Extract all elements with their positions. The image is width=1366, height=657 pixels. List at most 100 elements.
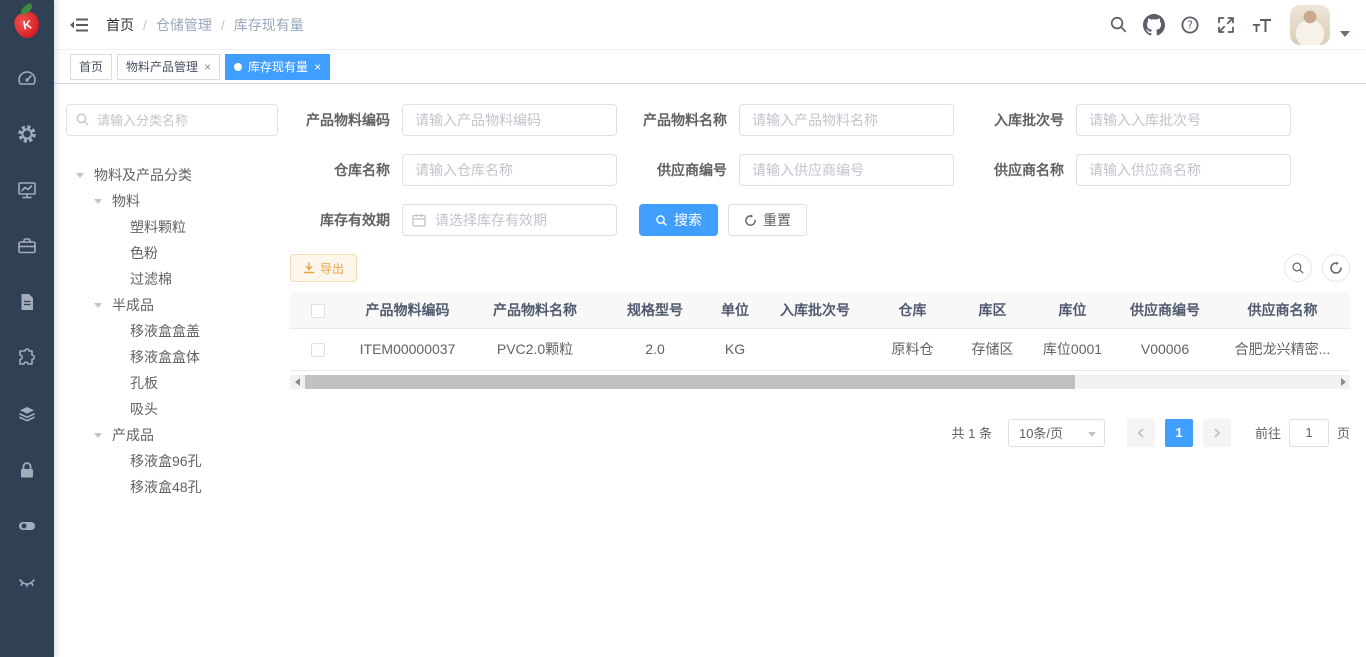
tree-node-box-body[interactable]: 移液盒盒体: [66, 344, 278, 370]
goto-page-input[interactable]: [1289, 419, 1329, 447]
page-number-1[interactable]: 1: [1165, 419, 1193, 447]
gear-icon: [17, 124, 37, 144]
tree-node-plastic-pellets[interactable]: 塑料颗粒: [66, 214, 278, 240]
refresh-icon: [1329, 261, 1343, 275]
sidebar-item-lock[interactable]: [0, 442, 54, 498]
lock-icon: [17, 460, 37, 480]
eye-closed-icon: [17, 572, 37, 592]
cell-unit: KG: [710, 328, 760, 370]
breadcrumb-warehouse: 仓储管理: [156, 15, 212, 35]
warehouse-name-input[interactable]: [402, 154, 617, 186]
tree-caret-icon[interactable]: [94, 433, 112, 438]
tab-home[interactable]: 首页: [70, 54, 112, 80]
table-horizontal-scrollbar[interactable]: [290, 375, 1350, 389]
tree-node-label: 色粉: [130, 243, 158, 263]
item-name-input[interactable]: [739, 104, 954, 136]
close-icon[interactable]: ×: [314, 61, 321, 73]
breadcrumb-separator: /: [143, 17, 147, 33]
sidebar-item-monitor[interactable]: [0, 162, 54, 218]
prev-page-button[interactable]: [1127, 419, 1155, 447]
tree-node-filter-cotton[interactable]: 过滤棉: [66, 266, 278, 292]
cell-supplier-name: 合肥龙兴精密...: [1215, 328, 1350, 370]
github-link[interactable]: [1136, 0, 1172, 50]
tree-node-label: 吸头: [130, 399, 158, 419]
expiry-date-input[interactable]: [402, 204, 617, 236]
supplier-code-input[interactable]: [739, 154, 954, 186]
sidebar-item-component[interactable]: [0, 330, 54, 386]
col-supplier-name: 供应商名称: [1215, 292, 1350, 328]
page-size-select[interactable]: 10条/页: [1008, 419, 1105, 447]
table-row[interactable]: ITEM00000037 PVC2.0颗粒 2.0 KG 原料仓 存储区 库位0…: [290, 328, 1350, 370]
tab-inventory-on-hand[interactable]: 库存现有量 ×: [225, 54, 330, 80]
tree-node-box-48[interactable]: 移液盒48孔: [66, 474, 278, 500]
tree-node-semi-finished[interactable]: 半成品: [66, 292, 278, 318]
work-area: 产品物料编码 产品物料名称 入库批次号: [290, 84, 1366, 657]
next-page-button[interactable]: [1203, 419, 1231, 447]
page-content: 物料及产品分类 物料 塑料颗粒 色粉: [54, 84, 1366, 657]
cell-supplier-code: V00006: [1115, 328, 1215, 370]
tree-node-root[interactable]: 物料及产品分类: [66, 162, 278, 188]
sidebar-item-layers[interactable]: [0, 386, 54, 442]
export-button[interactable]: 导出: [290, 254, 357, 282]
tree-node-color-powder[interactable]: 色粉: [66, 240, 278, 266]
close-icon[interactable]: ×: [204, 61, 211, 73]
font-size-button[interactable]: [1244, 0, 1280, 50]
search-button[interactable]: 搜索: [639, 204, 718, 236]
field-label: 供应商名称: [964, 160, 1076, 180]
user-menu-caret-icon[interactable]: [1340, 31, 1350, 37]
tree-node-finished[interactable]: 产成品: [66, 422, 278, 448]
tree-node-pipette-tip[interactable]: 吸头: [66, 396, 278, 422]
tree-node-well-plate[interactable]: 孔板: [66, 370, 278, 396]
sidebar-item-briefcase[interactable]: [0, 218, 54, 274]
reset-button[interactable]: 重置: [728, 204, 807, 236]
tree-node-material[interactable]: 物料: [66, 188, 278, 214]
col-spec-model: 规格型号: [600, 292, 710, 328]
scrollbar-thumb[interactable]: [305, 375, 1075, 389]
user-avatar[interactable]: [1290, 5, 1330, 45]
row-checkbox[interactable]: [311, 343, 325, 357]
header-select-all: [290, 292, 345, 328]
cell-storage-bin: 库位0001: [1030, 328, 1115, 370]
sidebar-item-eye[interactable]: [0, 554, 54, 610]
breadcrumb: 首页 / 仓储管理 / 库存现有量: [106, 15, 304, 35]
document-icon: [17, 292, 37, 312]
app-logo[interactable]: K: [0, 0, 54, 50]
sidebar-item-document[interactable]: [0, 274, 54, 330]
search-icon: [75, 112, 90, 127]
search-icon: [1109, 15, 1128, 34]
sidebar-item-settings[interactable]: [0, 106, 54, 162]
header-search-button[interactable]: [1100, 0, 1136, 50]
supplier-name-input[interactable]: [1076, 154, 1291, 186]
navbar-right: ?: [1100, 0, 1350, 50]
category-search: [66, 104, 278, 136]
tab-material-product[interactable]: 物料产品管理 ×: [117, 54, 220, 80]
sidebar-item-dashboard[interactable]: [0, 50, 54, 106]
select-all-checkbox[interactable]: [311, 304, 325, 318]
scroll-left-arrow-icon[interactable]: [290, 375, 304, 389]
refresh-table-button[interactable]: [1322, 254, 1350, 282]
hamburger-icon: [69, 15, 89, 35]
col-item-name: 产品物料名称: [470, 292, 600, 328]
cell-item-code: ITEM00000037: [345, 328, 470, 370]
search-button-label: 搜索: [674, 210, 702, 230]
cell-storage-zone: 存储区: [955, 328, 1030, 370]
toggle-search-button[interactable]: [1284, 254, 1312, 282]
category-search-input[interactable]: [66, 104, 278, 136]
tree-node-box-lid[interactable]: 移液盒盒盖: [66, 318, 278, 344]
sidebar-item-toggle[interactable]: [0, 498, 54, 554]
font-size-icon: [1251, 15, 1273, 35]
breadcrumb-home[interactable]: 首页: [106, 15, 134, 35]
tree-caret-icon[interactable]: [94, 199, 112, 204]
tree-caret-icon[interactable]: [94, 303, 112, 308]
tree-node-box-96[interactable]: 移液盒96孔: [66, 448, 278, 474]
tree-caret-icon[interactable]: [76, 173, 94, 178]
scroll-right-arrow-icon[interactable]: [1336, 375, 1350, 389]
field-expiry-date: 库存有效期: [290, 204, 617, 236]
fullscreen-button[interactable]: [1208, 0, 1244, 50]
chevron-right-icon: [1211, 427, 1223, 439]
sidebar-collapse-button[interactable]: [54, 0, 104, 49]
help-button[interactable]: ?: [1172, 0, 1208, 50]
tab-label: 首页: [79, 58, 103, 75]
item-code-input[interactable]: [402, 104, 617, 136]
inbound-batch-input[interactable]: [1076, 104, 1291, 136]
